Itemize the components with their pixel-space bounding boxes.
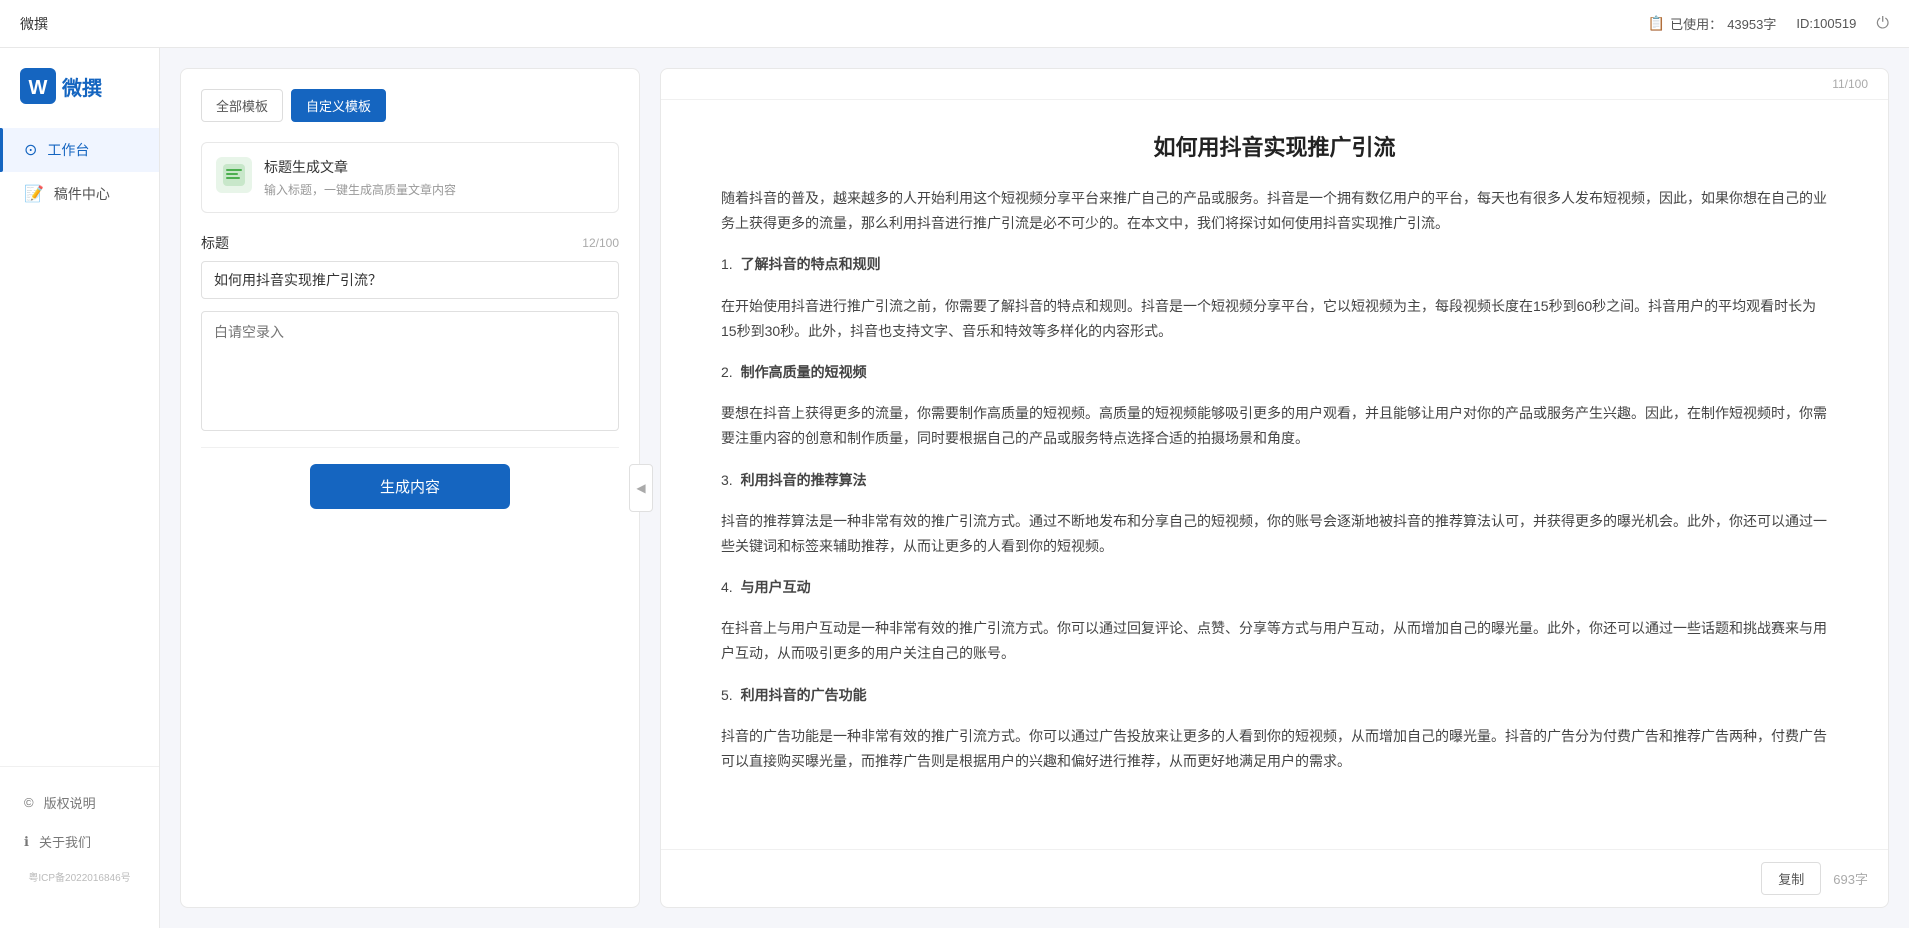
copy-button[interactable]: 复制 — [1761, 862, 1821, 895]
sidebar-nav: ⊙ 工作台 📝 稿件中心 — [0, 128, 159, 766]
template-card-icon — [216, 157, 252, 193]
article-content[interactable]: 如何用抖音实现推广引流 随着抖音的普及，越来越多的人开始利用这个短视频分享平台来… — [661, 100, 1888, 849]
article-body: 随着抖音的普及，越来越多的人开始利用这个短视频分享平台来推广自己的产品或服务。抖… — [721, 186, 1828, 774]
section-4-num: 4. — [721, 579, 733, 595]
main-layout: W 微撰 ⊙ 工作台 📝 稿件中心 © 版权说明 ℹ 关于我们 — [0, 48, 1909, 928]
right-panel-footer: 复制 693字 — [661, 849, 1888, 907]
content-textarea[interactable] — [201, 311, 619, 431]
file-icon: 📋 — [1648, 15, 1665, 32]
copyright-label: 版权说明 — [44, 793, 96, 812]
user-id: ID:100519 — [1796, 16, 1856, 31]
logo-icon: W — [20, 68, 56, 104]
sidebar-item-drafts-label: 稿件中心 — [54, 184, 110, 204]
section-1-heading: 了解抖音的特点和规则 — [741, 256, 881, 272]
drafts-icon: 📝 — [24, 184, 44, 204]
sidebar: W 微撰 ⊙ 工作台 📝 稿件中心 © 版权说明 ℹ 关于我们 — [0, 48, 160, 928]
chevron-left-icon: ◀ — [636, 481, 645, 495]
template-name: 标题生成文章 — [264, 157, 456, 177]
section-2-title: 2. 制作高质量的短视频 — [721, 360, 1828, 385]
page-indicator: 11/100 — [1832, 77, 1868, 91]
section-5-content: 抖音的广告功能是一种非常有效的推广引流方式。你可以通过广告投放来让更多的人看到你… — [721, 724, 1828, 774]
section-5-num: 5. — [721, 687, 733, 703]
right-panel-header: 11/100 — [661, 69, 1888, 100]
sidebar-item-copyright[interactable]: © 版权说明 — [0, 783, 159, 822]
generate-button[interactable]: 生成内容 — [310, 464, 510, 509]
workspace-icon: ⊙ — [24, 140, 37, 160]
copyright-icon: © — [24, 795, 34, 810]
form-label-row: 标题 12/100 — [201, 233, 619, 253]
sidebar-logo: W 微撰 — [0, 68, 159, 128]
topbar-right: 📋 已使用： 43953字 ID:100519 ⏻ — [1648, 14, 1889, 33]
topbar: 微撰 📋 已使用： 43953字 ID:100519 ⏻ — [0, 0, 1909, 48]
section-3-num: 3. — [721, 472, 733, 488]
template-desc: 输入标题，一键生成高质量文章内容 — [264, 181, 456, 198]
collapse-toggle[interactable]: ◀ — [629, 464, 653, 512]
title-label: 标题 — [201, 233, 229, 253]
tab-custom-templates[interactable]: 自定义模板 — [291, 89, 386, 122]
divider — [201, 447, 619, 448]
section-1-content: 在开始使用抖音进行推广引流之前，你需要了解抖音的特点和规则。抖音是一个短视频分享… — [721, 294, 1828, 344]
section-5-heading: 利用抖音的广告功能 — [741, 687, 867, 703]
section-2-num: 2. — [721, 364, 733, 380]
svg-text:W: W — [29, 77, 48, 99]
section-3-title: 3. 利用抖音的推荐算法 — [721, 468, 1828, 493]
content-area: 全部模板 自定义模板 标题生成文章 输入标题，一键生成高质量文章内容 — [160, 48, 1909, 928]
title-input[interactable] — [201, 261, 619, 299]
usage-info: 📋 已使用： 43953字 — [1648, 14, 1777, 33]
article-intro: 随着抖音的普及，越来越多的人开始利用这个短视频分享平台来推广自己的产品或服务。抖… — [721, 186, 1828, 236]
section-4-title: 4. 与用户互动 — [721, 575, 1828, 600]
section-3-content: 抖音的推荐算法是一种非常有效的推广引流方式。通过不断地发布和分享自己的短视频，你… — [721, 509, 1828, 559]
about-icon: ℹ — [24, 834, 29, 850]
section-3-heading: 利用抖音的推荐算法 — [741, 472, 867, 488]
section-4-content: 在抖音上与用户互动是一种非常有效的推广引流方式。你可以通过回复评论、点赞、分享等… — [721, 616, 1828, 666]
section-5-title: 5. 利用抖音的广告功能 — [721, 683, 1828, 708]
tab-all-templates[interactable]: 全部模板 — [201, 89, 283, 122]
power-icon[interactable]: ⏻ — [1876, 15, 1889, 33]
article-title: 如何用抖音实现推广引流 — [721, 130, 1828, 162]
left-panel: 全部模板 自定义模板 标题生成文章 输入标题，一键生成高质量文章内容 — [180, 68, 640, 908]
logo-text: 微撰 — [62, 72, 102, 101]
usage-count: 43953字 — [1727, 14, 1776, 33]
section-4-heading: 与用户互动 — [741, 579, 811, 595]
sidebar-item-workspace-label: 工作台 — [47, 140, 89, 160]
word-count: 693字 — [1833, 869, 1868, 888]
right-panel: 11/100 如何用抖音实现推广引流 随着抖音的普及，越来越多的人开始利用这个短… — [660, 68, 1889, 908]
section-2-content: 要想在抖音上获得更多的流量，你需要制作高质量的短视频。高质量的短视频能够吸引更多… — [721, 401, 1828, 451]
template-info: 标题生成文章 输入标题，一键生成高质量文章内容 — [264, 157, 456, 198]
sidebar-item-workspace[interactable]: ⊙ 工作台 — [0, 128, 159, 172]
section-1-title: 1. 了解抖音的特点和规则 — [721, 252, 1828, 277]
section-1-num: 1. — [721, 256, 733, 272]
sidebar-bottom: © 版权说明 ℹ 关于我们 粤ICP备2022016846号 — [0, 766, 159, 908]
sidebar-item-about[interactable]: ℹ 关于我们 — [0, 822, 159, 861]
icp-text: 粤ICP备2022016846号 — [0, 861, 159, 892]
about-label: 关于我们 — [39, 832, 91, 851]
title-counter: 12/100 — [582, 236, 619, 250]
section-2-heading: 制作高质量的短视频 — [741, 364, 867, 380]
usage-label: 已使用： — [1670, 14, 1722, 33]
template-tabs: 全部模板 自定义模板 — [201, 89, 619, 122]
sidebar-item-drafts[interactable]: 📝 稿件中心 — [0, 172, 159, 216]
topbar-title: 微撰 — [20, 14, 48, 34]
template-card[interactable]: 标题生成文章 输入标题，一键生成高质量文章内容 — [201, 142, 619, 213]
